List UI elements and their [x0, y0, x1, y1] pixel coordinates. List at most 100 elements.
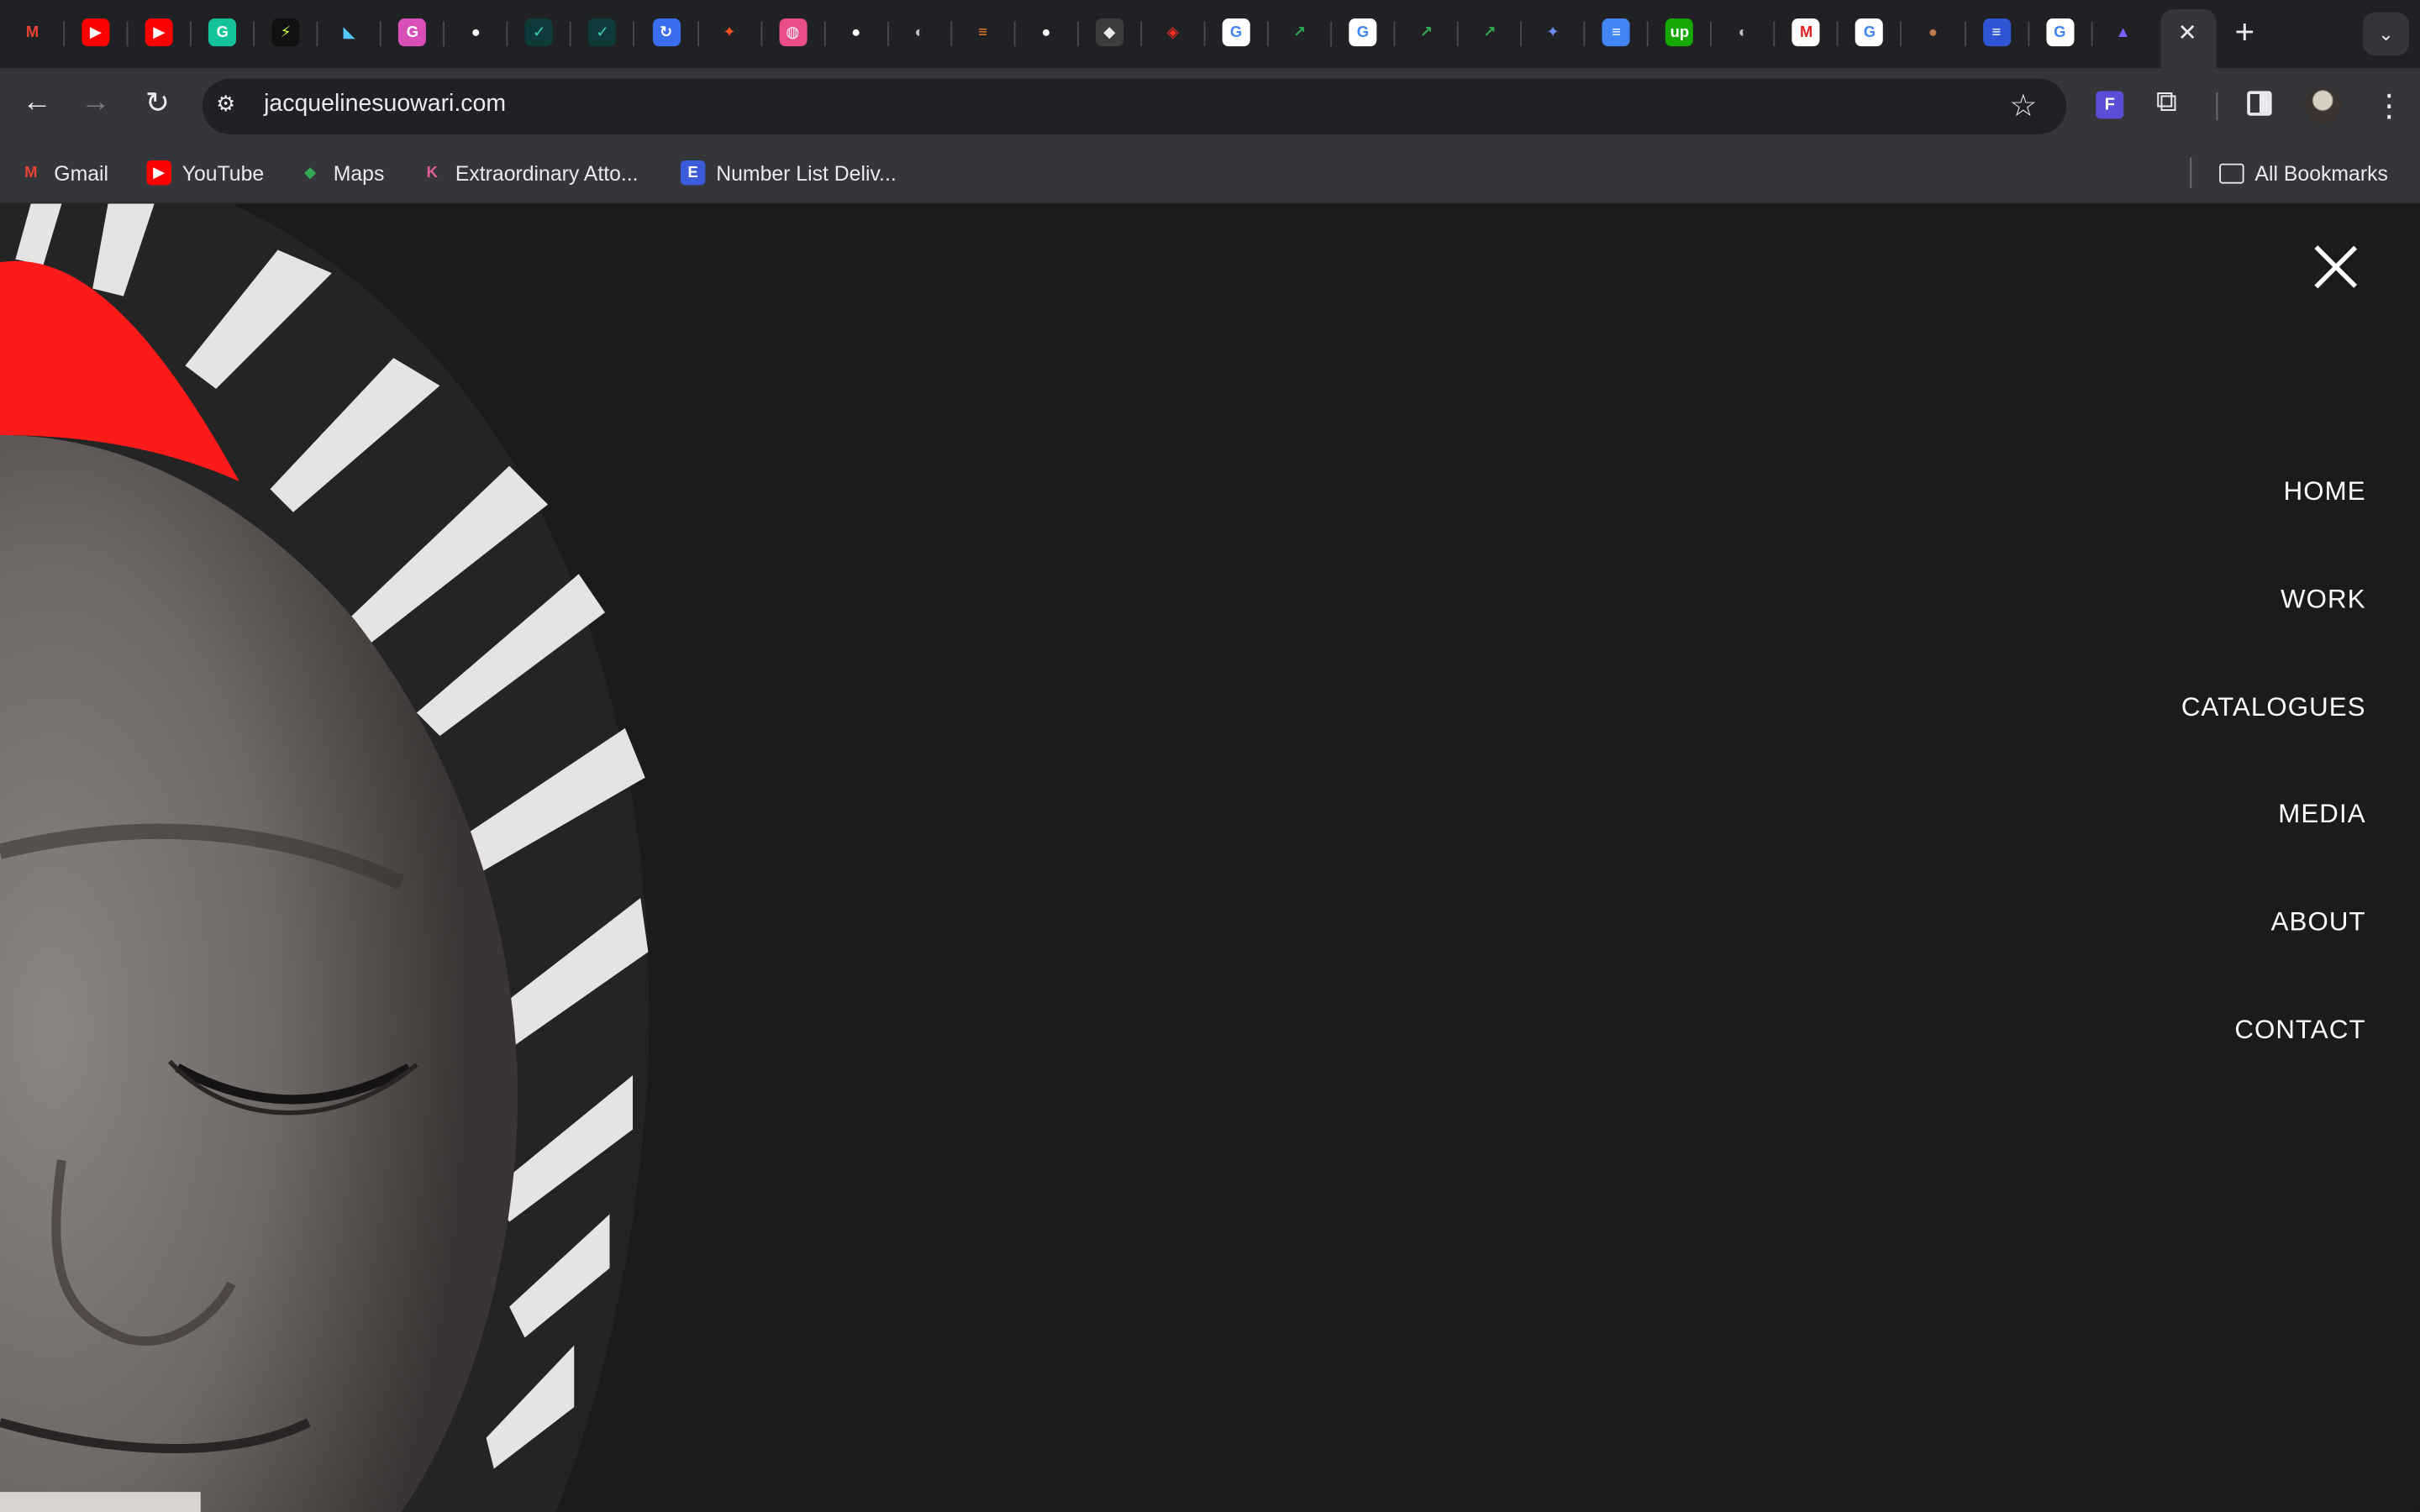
new-tab-button[interactable]: + — [2235, 13, 2255, 53]
tab-separator — [1076, 21, 1079, 47]
tab-separator — [886, 21, 889, 47]
bookmark-favicon-icon: M — [24, 164, 38, 181]
tab-separator — [316, 21, 318, 47]
chart-line-icon[interactable]: ↗ — [1413, 18, 1440, 46]
list-icon[interactable]: ≡ — [1982, 18, 2011, 47]
docs-icon[interactable]: ≡ — [1602, 18, 1631, 47]
nav-link-home[interactable]: HOME — [2284, 477, 2366, 508]
chart-line-icon[interactable]: ↗ — [1286, 18, 1313, 46]
tab-separator — [1203, 21, 1206, 47]
tab-separator — [443, 21, 445, 47]
tab-separator — [126, 21, 129, 47]
github-icon[interactable]: ● — [1032, 18, 1060, 46]
google-icon[interactable]: G — [2045, 18, 2074, 47]
tab-separator — [2027, 21, 2029, 47]
laravel-icon[interactable]: ◈ — [1159, 18, 1186, 46]
bolt-icon[interactable]: ⚡ — [271, 18, 300, 47]
profile-avatar[interactable] — [2304, 86, 2342, 123]
bookmark-label: Maps — [333, 160, 385, 185]
box-icon[interactable]: ◆ — [1095, 18, 1123, 47]
google-icon[interactable]: G — [1855, 18, 1884, 47]
tab-separator — [1393, 21, 1396, 47]
flutter-icon[interactable]: ◣ — [335, 18, 363, 46]
close-tab-icon[interactable]: ✕ — [2178, 18, 2197, 46]
tab-separator — [1140, 21, 1142, 47]
chevron-down-icon: ⌄ — [2378, 23, 2394, 45]
stackoverflow-icon[interactable]: ≡ — [969, 18, 997, 46]
nav-link-media[interactable]: MEDIA — [2278, 800, 2365, 831]
youtube-icon[interactable]: ▶ — [82, 18, 110, 47]
tab-separator — [190, 21, 192, 47]
bookmark-label: Number List Deliv... — [716, 160, 897, 185]
close-menu-button[interactable] — [2311, 244, 2360, 293]
tab-separator — [1710, 21, 1712, 47]
g-icon[interactable]: G — [398, 18, 427, 47]
tab-separator — [2090, 21, 2092, 47]
github-icon[interactable]: ● — [842, 18, 870, 46]
tab-strip: M ▶ ▶ G ⚡ ◣ G ● ✓ ✓ ↻ ✦ ◍ ● ◐ ≡ ● ◆ ◈ G ↗ G ↗ ↗ ✦ ≡ up ◐ M G ● ≡ G ▲ ✕ + … — [0, 0, 2420, 68]
side-panel-icon[interactable] — [2247, 91, 2272, 116]
m-icon[interactable]: M — [1792, 18, 1821, 47]
bookmark-item[interactable]: M Gmail — [18, 159, 108, 186]
tab-separator — [253, 21, 255, 47]
tab-separator — [507, 21, 508, 47]
nav-link-work[interactable]: WORK — [2281, 585, 2366, 616]
globe-icon[interactable]: ◐ — [1729, 18, 1757, 46]
forward-button[interactable]: → — [77, 87, 114, 120]
link-icon[interactable]: ↻ — [652, 18, 681, 47]
bookmark-label: Gmail — [54, 160, 109, 185]
tab-separator — [380, 21, 382, 47]
tab-separator — [950, 21, 952, 47]
tab-separator — [1266, 21, 1269, 47]
dribbble-icon[interactable]: ◍ — [778, 18, 807, 47]
avatar-icon[interactable]: ● — [1919, 18, 1947, 46]
github-icon[interactable]: ● — [462, 18, 490, 46]
toolbar-divider — [2216, 92, 2218, 121]
tab-separator — [1837, 21, 1839, 47]
tab-separator — [1457, 21, 1459, 47]
browser-menu-icon[interactable]: ⋮ — [2374, 87, 2405, 125]
back-button[interactable]: ← — [18, 87, 55, 120]
extension-icon[interactable]: F — [2096, 91, 2124, 119]
upwork-icon[interactable]: up — [1665, 18, 1694, 47]
folder-icon — [2219, 162, 2244, 183]
triangle-icon[interactable]: ▲ — [2109, 18, 2137, 46]
check-icon[interactable]: ✓ — [588, 18, 617, 47]
tab-separator — [570, 21, 572, 47]
bookmarks-divider — [2190, 157, 2192, 189]
figma-icon[interactable]: ✦ — [715, 18, 743, 46]
bookmark-star-icon[interactable]: ☆ — [2009, 87, 2037, 125]
gemini-icon[interactable]: ✦ — [1539, 18, 1567, 46]
youtube-icon[interactable]: ▶ — [145, 18, 173, 47]
reload-button[interactable]: ↻ — [139, 87, 176, 122]
url-text[interactable]: jacquelinesuowari.com — [264, 91, 506, 118]
bookmark-favicon-icon: K — [426, 164, 438, 181]
chart-line-icon[interactable]: ↗ — [1476, 18, 1503, 46]
google-icon[interactable]: G — [1222, 18, 1250, 47]
site-info-icon[interactable]: ⚙ — [216, 91, 235, 117]
bookmark-item[interactable]: K Extraordinary Atto... — [420, 159, 639, 186]
bookmark-item[interactable]: ▶ YouTube — [146, 159, 264, 186]
tab-separator — [760, 21, 762, 47]
all-bookmarks-label: All Bookmarks — [2254, 160, 2388, 185]
globe-icon[interactable]: ◐ — [906, 18, 934, 46]
nav-link-catalogues[interactable]: CATALOGUES — [2181, 692, 2366, 723]
nav-link-about[interactable]: ABOUT — [2271, 907, 2366, 938]
bookmark-label: Extraordinary Atto... — [455, 160, 639, 185]
bookmark-item[interactable]: ◆ Maps — [297, 159, 384, 186]
tab-separator — [633, 21, 635, 47]
google-icon[interactable]: G — [1349, 18, 1377, 47]
bookmark-item[interactable]: E Number List Deliv... — [680, 159, 897, 186]
tab-separator — [1013, 21, 1016, 47]
gmail-icon[interactable]: M — [18, 18, 46, 46]
extensions-puzzle-icon[interactable]: ⧉ — [2156, 87, 2177, 120]
check-icon[interactable]: ✓ — [525, 18, 554, 47]
tab-search-button[interactable]: ⌄ — [2362, 12, 2410, 56]
page-content: HOME WORK CATALOGUES MEDIA ABOUT CONTACT — [0, 203, 2420, 1512]
nav-link-contact[interactable]: CONTACT — [2234, 1016, 2365, 1047]
grammarly-icon[interactable]: G — [208, 18, 237, 47]
tab-separator — [1964, 21, 1966, 47]
all-bookmarks-button[interactable]: All Bookmarks — [2219, 159, 2388, 186]
tab-separator — [1900, 21, 1902, 47]
tab-separator — [1583, 21, 1586, 47]
